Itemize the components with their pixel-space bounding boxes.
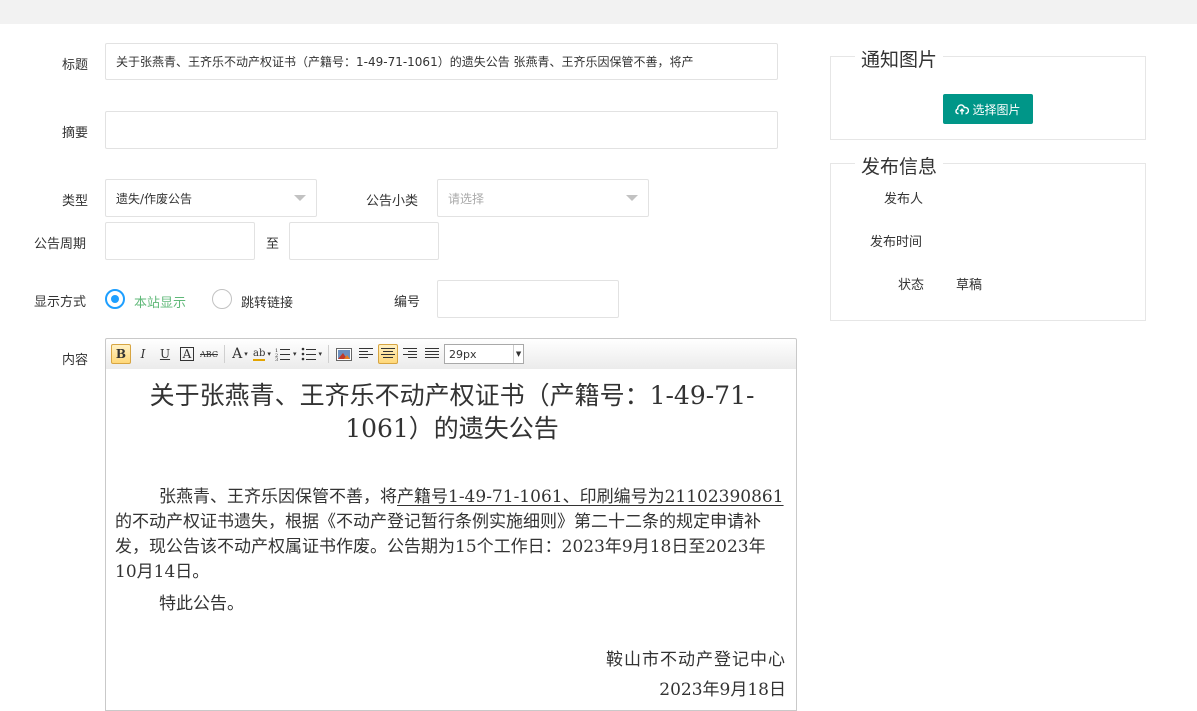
status-label: 状态 — [898, 278, 925, 293]
toolbar-separator — [328, 345, 330, 363]
body-text-start: 张燕青、王齐乐因保管不善，将 — [159, 487, 397, 507]
radio-redirect[interactable] — [212, 289, 232, 309]
image-icon — [336, 347, 353, 361]
subtype-label: 公告小类 — [366, 194, 419, 209]
font-size-select[interactable]: 29px ▼ — [444, 344, 525, 364]
type-select[interactable]: 遗失/作废公告 — [105, 179, 317, 217]
align-center-icon — [381, 348, 396, 358]
align-right-button[interactable] — [400, 344, 420, 364]
document-signature-org: 鞍山市不动产登记中心 — [606, 650, 786, 670]
radio-onsite-label[interactable]: 本站显示 — [134, 292, 186, 311]
choose-image-label: 选择图片 — [972, 102, 1021, 117]
text-box-button[interactable]: A — [177, 344, 197, 364]
svg-text:3: 3 — [275, 357, 278, 361]
font-size-value: 29px — [449, 347, 477, 361]
dropdown-icon: ▾ — [318, 350, 323, 358]
italic-button[interactable]: I — [133, 344, 153, 364]
dropdown-icon: ▾ — [244, 350, 248, 358]
title-label: 标题 — [62, 58, 89, 73]
ordered-list-icon: 123 — [275, 348, 290, 361]
document-closing: 特此公告。 — [159, 594, 244, 614]
choose-image-button[interactable]: 选择图片 — [943, 94, 1033, 124]
rich-text-editor[interactable]: 关于张燕青、王齐乐不动产权证书（产籍号：1-49-71-1061）的遗失公告 张… — [105, 369, 797, 711]
chevron-down-icon: ▼ — [513, 345, 523, 363]
chevron-down-icon — [626, 195, 638, 201]
content-label: 内容 — [62, 353, 89, 368]
number-label: 编号 — [394, 295, 421, 310]
document-body: 张燕青、王齐乐因保管不善，将产籍号1-49-71-1061、印刷编号为21102… — [115, 485, 787, 585]
align-left-button[interactable] — [356, 344, 376, 364]
bold-button[interactable]: B — [111, 344, 131, 364]
body-underlined-text: 产籍号1-49-71-1061、印刷编号为21102390861 — [397, 487, 784, 507]
justify-icon — [425, 348, 440, 358]
dropdown-icon: ▾ — [293, 350, 297, 358]
ordered-list-button[interactable]: 123 ▾ — [274, 344, 298, 364]
top-bar — [0, 0, 1197, 24]
align-right-icon — [403, 348, 418, 358]
publish-info-legend: 发布信息 — [855, 152, 944, 179]
chevron-down-icon — [294, 195, 306, 201]
publish-time-label: 发布时间 — [870, 235, 923, 250]
status-value: 草稿 — [956, 278, 983, 293]
period-start-input[interactable] — [105, 222, 255, 260]
align-left-icon — [359, 348, 374, 358]
summary-label: 摘要 — [62, 126, 89, 141]
editor-toolbar: B I U A ABC A ▾ ab ▾ 123 ▾ ▾ 29px ▼ — [105, 338, 797, 370]
document-title: 关于张燕青、王齐乐不动产权证书（产籍号：1-49-71-1061）的遗失公告 — [149, 381, 755, 443]
toolbar-separator — [224, 345, 225, 363]
font-color-button[interactable]: A ▾ — [230, 344, 250, 364]
cloud-upload-icon — [955, 103, 970, 114]
period-end-input[interactable] — [289, 222, 439, 260]
subtype-placeholder: 请选择 — [448, 191, 485, 206]
summary-input[interactable] — [105, 111, 778, 149]
unordered-list-icon — [301, 347, 316, 361]
justify-button[interactable] — [422, 344, 442, 364]
strikethrough-button[interactable]: ABC — [199, 344, 219, 364]
title-input[interactable]: 关于张燕青、王齐乐不动产权证书（产籍号：1-49-71-1061）的遗失公告 张… — [105, 43, 778, 80]
highlight-button[interactable]: ab ▾ — [252, 344, 272, 364]
dropdown-icon: ▾ — [267, 350, 271, 358]
insert-image-button[interactable] — [334, 344, 354, 364]
type-select-value: 遗失/作废公告 — [116, 191, 193, 206]
underline-button[interactable]: U — [155, 344, 175, 364]
document-signature-date: 2023年9月18日 — [659, 680, 786, 700]
period-label: 公告周期 — [34, 237, 87, 252]
body-text-end: 的不动产权证书遗失，根据《不动产登记暂行条例实施细则》第二十二条的规定申请补发，… — [115, 512, 766, 582]
subtype-select[interactable]: 请选择 — [437, 179, 649, 217]
number-input[interactable] — [437, 280, 619, 318]
period-to-label: 至 — [266, 237, 280, 252]
notice-image-legend: 通知图片 — [855, 45, 944, 72]
align-center-button[interactable] — [378, 344, 399, 364]
publisher-label: 发布人 — [884, 192, 924, 207]
display-label: 显示方式 — [34, 295, 87, 310]
unordered-list-button[interactable]: ▾ — [300, 344, 324, 364]
radio-onsite[interactable] — [105, 289, 125, 309]
type-label: 类型 — [62, 194, 89, 209]
radio-redirect-label[interactable]: 跳转链接 — [241, 292, 293, 311]
